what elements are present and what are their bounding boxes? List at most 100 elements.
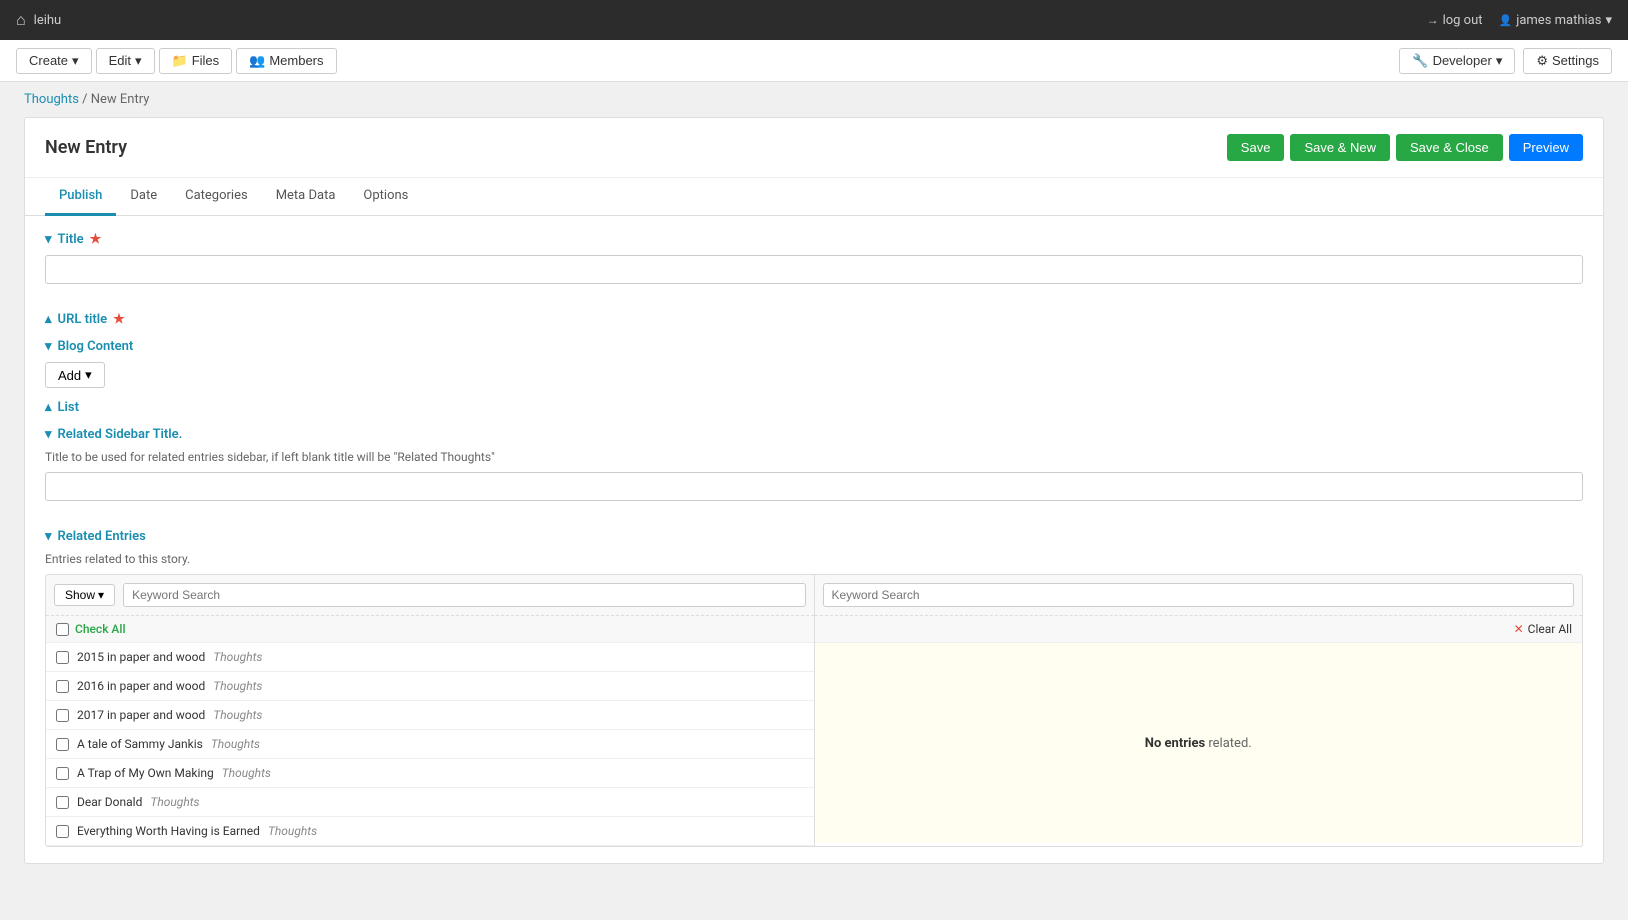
preview-button[interactable]: Preview — [1509, 134, 1583, 161]
tab-date[interactable]: Date — [116, 178, 171, 216]
entry-tag-1: Thoughts — [213, 650, 262, 664]
developer-dropdown-icon: ▾ — [1496, 53, 1503, 69]
form-body: ▾ Title ★ ▴ URL title ★ ▾ Blog Content A… — [25, 216, 1603, 863]
entry-title-5: A Trap of My Own Making — [77, 766, 214, 780]
entry-checkbox-3[interactable] — [56, 709, 69, 722]
sec-nav-right: 🔧 Developer ▾ ⚙ Settings — [1399, 48, 1612, 74]
entry-checkbox-2[interactable] — [56, 680, 69, 693]
title-label: Title — [58, 232, 84, 247]
entry-actions: Save Save & New Save & Close Preview — [1227, 134, 1583, 161]
edit-button[interactable]: Edit ▾ — [96, 48, 155, 74]
developer-button[interactable]: 🔧 Developer ▾ — [1399, 48, 1515, 74]
entry-title-6: Dear Donald — [77, 795, 142, 809]
show-dropdown-icon: ▾ — [98, 588, 104, 602]
secondary-nav: Create ▾ Edit ▾ 📁 Files 👥 Members 🔧 Deve… — [0, 40, 1628, 82]
members-label: Members — [269, 53, 323, 68]
developer-icon: 🔧 — [1412, 53, 1428, 69]
url-title-label: URL title — [58, 312, 108, 327]
blog-content-section-header[interactable]: ▾ Blog Content — [45, 339, 1583, 354]
user-menu[interactable]: 👤 james mathias ▾ — [1499, 13, 1612, 28]
entry-checkbox-6[interactable] — [56, 796, 69, 809]
entry-checkbox-4[interactable] — [56, 738, 69, 751]
entries-right-search-row — [815, 575, 1583, 616]
tab-metadata[interactable]: Meta Data — [262, 178, 350, 216]
title-required-star: ★ — [90, 232, 102, 247]
related-sidebar-section-header[interactable]: ▾ Related Sidebar Title. — [45, 427, 1583, 442]
list-item: 2015 in paper and wood Thoughts — [46, 643, 814, 672]
clear-all-label[interactable]: Clear All — [1528, 622, 1572, 636]
logout-label: log out — [1443, 13, 1483, 28]
edit-dropdown-icon: ▾ — [135, 53, 142, 69]
entry-checkbox-5[interactable] — [56, 767, 69, 780]
list-chevron-icon: ▴ — [45, 400, 52, 415]
list-label: List — [58, 400, 79, 415]
no-entries-text: No entries related. — [1145, 736, 1252, 751]
list-item: A Trap of My Own Making Thoughts — [46, 759, 814, 788]
list-item: 2017 in paper and wood Thoughts — [46, 701, 814, 730]
files-icon: 📁 — [172, 53, 188, 69]
entry-title-2: 2016 in paper and wood — [77, 679, 205, 693]
home-icon[interactable]: ⌂ — [16, 10, 26, 30]
settings-label: Settings — [1552, 53, 1599, 68]
related-entries-desc: Entries related to this story. — [45, 552, 1583, 566]
related-entries-label: Related Entries — [58, 529, 146, 544]
breadcrumb: Thoughts / New Entry — [0, 82, 1628, 117]
related-entries-container: Show ▾ Check All 2015 in paper and wood … — [45, 574, 1583, 847]
clear-all-icon: ✕ — [1514, 622, 1524, 636]
create-dropdown-icon: ▾ — [72, 53, 79, 69]
list-item: A tale of Sammy Jankis Thoughts — [46, 730, 814, 759]
clear-all-row: ✕ Clear All — [815, 616, 1583, 643]
save-button[interactable]: Save — [1227, 134, 1285, 161]
files-label: Files — [192, 53, 219, 68]
entry-header: New Entry Save Save & New Save & Close P… — [25, 118, 1603, 178]
settings-button[interactable]: ⚙ Settings — [1523, 48, 1612, 74]
title-section-header[interactable]: ▾ Title ★ — [45, 232, 1583, 247]
no-entries-message: No entries related. — [815, 643, 1583, 843]
members-button[interactable]: 👥 Members — [236, 48, 336, 74]
add-content-button[interactable]: Add ▾ — [45, 362, 105, 388]
check-all-checkbox[interactable] — [56, 623, 69, 636]
title-input[interactable] — [45, 255, 1583, 284]
related-sidebar-title-input[interactable] — [45, 472, 1583, 501]
related-sidebar-title-label: Related Sidebar Title. — [58, 427, 183, 442]
top-nav: ⌂ leihu → log out 👤 james mathias ▾ — [0, 0, 1628, 40]
entries-left-search-row: Show ▾ — [46, 575, 814, 616]
logout-link[interactable]: → log out — [1427, 13, 1483, 28]
list-item: Dear Donald Thoughts — [46, 788, 814, 817]
settings-icon: ⚙ — [1536, 53, 1548, 69]
list-section-header[interactable]: ▴ List — [45, 400, 1583, 415]
url-title-required-star: ★ — [113, 312, 125, 327]
save-new-button[interactable]: Save & New — [1290, 134, 1390, 161]
entry-title-3: 2017 in paper and wood — [77, 708, 205, 722]
user-dropdown-icon: ▾ — [1605, 13, 1612, 28]
user-name: james mathias — [1516, 13, 1601, 28]
left-keyword-search-input[interactable] — [123, 583, 805, 607]
entry-title-1: 2015 in paper and wood — [77, 650, 205, 664]
entry-tag-3: Thoughts — [213, 708, 262, 722]
tab-categories[interactable]: Categories — [171, 178, 262, 216]
related-sidebar-chevron-icon: ▾ — [45, 427, 52, 442]
site-name-link[interactable]: leihu — [34, 13, 62, 28]
files-button[interactable]: 📁 Files — [159, 48, 233, 74]
check-all-row: Check All — [46, 616, 814, 643]
check-all-label[interactable]: Check All — [75, 622, 126, 636]
entry-checkbox-1[interactable] — [56, 651, 69, 664]
create-label: Create — [29, 53, 68, 68]
url-title-chevron-icon: ▴ — [45, 312, 52, 327]
show-button[interactable]: Show ▾ — [54, 584, 115, 606]
entry-tag-7: Thoughts — [268, 824, 317, 838]
url-title-section-header[interactable]: ▴ URL title ★ — [45, 312, 1583, 327]
related-entries-section-header[interactable]: ▾ Related Entries — [45, 529, 1583, 544]
tab-options[interactable]: Options — [349, 178, 422, 216]
add-dropdown-icon: ▾ — [85, 367, 92, 383]
right-keyword-search-input[interactable] — [823, 583, 1575, 607]
tab-publish[interactable]: Publish — [45, 178, 116, 216]
blog-content-chevron-icon: ▾ — [45, 339, 52, 354]
save-close-button[interactable]: Save & Close — [1396, 134, 1503, 161]
create-button[interactable]: Create ▾ — [16, 48, 92, 74]
title-chevron-icon: ▾ — [45, 232, 52, 247]
breadcrumb-channel[interactable]: Thoughts — [24, 92, 79, 107]
top-nav-left: ⌂ leihu — [16, 10, 61, 30]
entry-checkbox-7[interactable] — [56, 825, 69, 838]
edit-label: Edit — [109, 53, 131, 68]
